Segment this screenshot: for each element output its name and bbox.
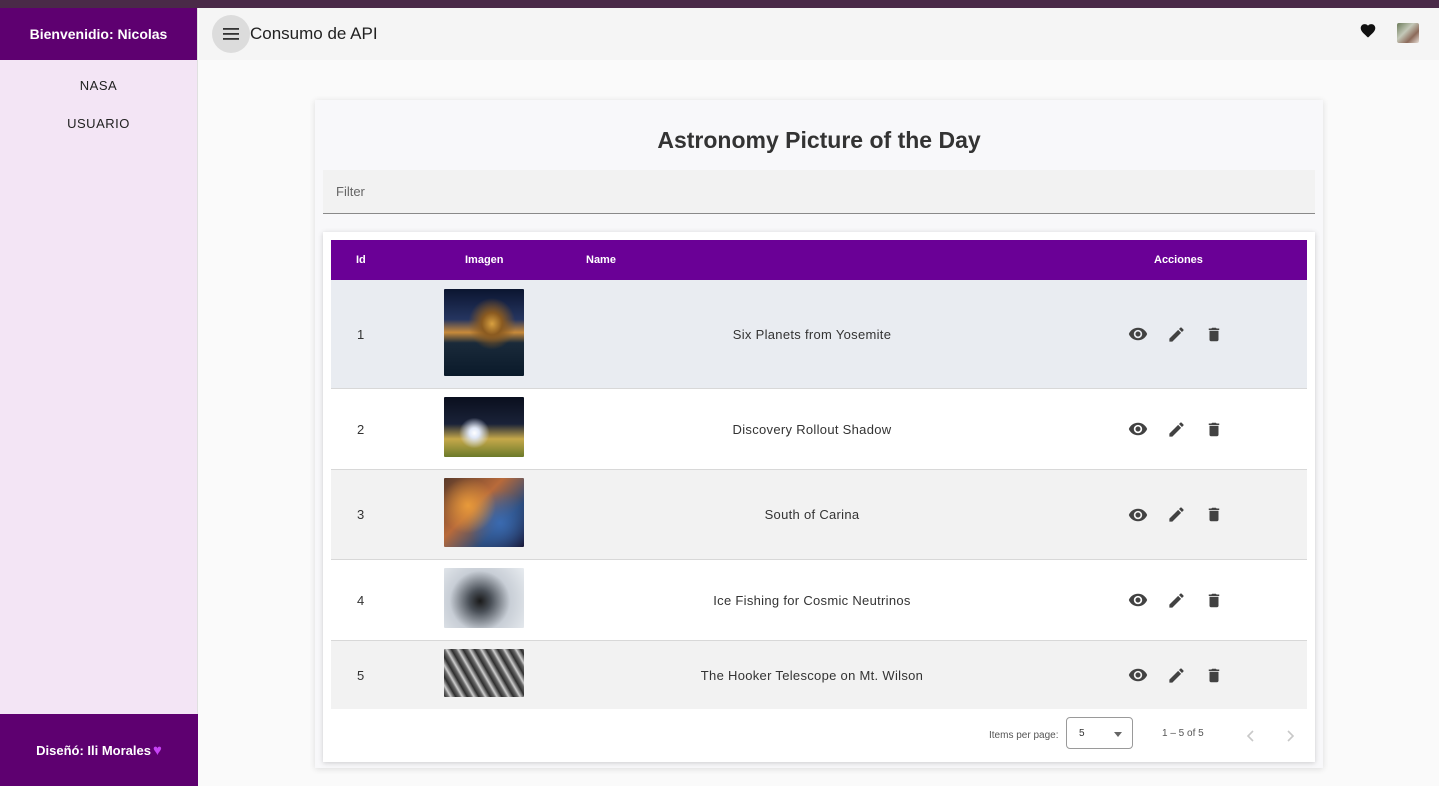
table-header: Id Imagen Name Acciones [331, 240, 1307, 280]
table-row: 3 South of Carina [331, 470, 1307, 560]
row-name: Ice Fishing for Cosmic Neutrinos [713, 592, 911, 608]
row-thumbnail[interactable] [444, 478, 524, 547]
table-row: 2 Discovery Rollout Shadow [331, 389, 1307, 470]
app-title: Consumo de API [250, 24, 378, 43]
row-id: 3 [357, 507, 365, 522]
edit-button[interactable] [1166, 590, 1186, 610]
edit-button[interactable] [1166, 505, 1186, 525]
next-page-button[interactable] [1277, 723, 1303, 749]
paginator: Items per page: 5 1 – 5 of 5 [323, 710, 1315, 762]
delete-button[interactable] [1204, 505, 1224, 525]
menu-button[interactable] [212, 15, 250, 53]
eye-icon [1128, 668, 1148, 682]
filter-field [323, 170, 1315, 214]
sidebar: Bienvenidio: Nicolas NASA USUARIO Diseñó… [0, 8, 198, 786]
edit-button[interactable] [1166, 665, 1186, 685]
row-name: Discovery Rollout Shadow [732, 421, 892, 437]
column-header-actions: Acciones [1154, 254, 1203, 266]
table-row: 4 Ice Fishing for Cosmic Neutrinos [331, 560, 1307, 641]
row-name: The Hooker Telescope on Mt. Wilson [700, 667, 924, 683]
edit-button[interactable] [1166, 419, 1186, 439]
chevron-right-icon [1287, 730, 1295, 742]
pencil-icon [1168, 667, 1184, 683]
eye-icon [1128, 508, 1148, 521]
purple-heart-icon: ♥ [152, 741, 162, 759]
table-row: 5 The Hooker Telescope on Mt. Wilson [331, 641, 1307, 709]
view-button[interactable] [1128, 505, 1148, 525]
chevron-left-icon [1246, 730, 1254, 742]
row-name: South of Carina [764, 507, 860, 522]
row-thumbnail[interactable] [444, 568, 524, 628]
window-top-strip [0, 0, 1439, 8]
page-title: Astronomy Picture of the Day [657, 127, 981, 153]
trash-icon [1208, 593, 1220, 607]
trash-icon [1208, 668, 1220, 682]
delete-button[interactable] [1204, 665, 1224, 685]
avatar[interactable] [1397, 22, 1419, 43]
pencil-icon [1168, 592, 1184, 608]
filter-input[interactable] [323, 170, 1315, 213]
designer-credit: Diseñó: Ili Morales ♥ [0, 714, 198, 786]
designer-credit-text: Diseñó: Ili Morales [36, 742, 151, 758]
view-button[interactable] [1128, 590, 1148, 610]
trash-icon [1208, 327, 1220, 341]
items-per-page-value: 5 [1079, 728, 1085, 739]
row-actions [1128, 470, 1242, 559]
view-button[interactable] [1128, 665, 1148, 685]
eye-icon [1128, 327, 1148, 341]
items-per-page-select[interactable]: 5 [1066, 717, 1133, 749]
column-header-name[interactable]: Name [586, 240, 616, 280]
row-id: 1 [357, 326, 365, 342]
pencil-icon [1168, 421, 1184, 437]
apod-card: Astronomy Picture of the Day Id Imagen N… [315, 100, 1323, 768]
row-actions [1128, 560, 1242, 640]
delete-button[interactable] [1204, 324, 1224, 344]
trash-icon [1208, 507, 1220, 522]
pencil-icon [1168, 507, 1184, 522]
items-per-page-label: Items per page: [989, 730, 1059, 741]
dropdown-arrow-icon [1114, 732, 1122, 737]
favorites-button[interactable] [1359, 22, 1377, 43]
delete-button[interactable] [1204, 419, 1224, 439]
row-actions [1128, 280, 1242, 388]
toolbar-actions [1359, 22, 1419, 43]
sidebar-nav: NASA USUARIO [0, 60, 197, 142]
row-id: 4 [357, 592, 365, 608]
heart-icon [1360, 24, 1376, 38]
delete-button[interactable] [1204, 590, 1224, 610]
trash-icon [1208, 422, 1220, 436]
view-button[interactable] [1128, 324, 1148, 344]
menu-icon [223, 28, 239, 40]
page-range-label: 1 – 5 of 5 [1162, 728, 1204, 739]
eye-icon [1128, 593, 1148, 607]
apod-table: Id Imagen Name Acciones 1 Six Planets fr… [323, 232, 1315, 762]
edit-button[interactable] [1166, 324, 1186, 344]
previous-page-button[interactable] [1238, 723, 1264, 749]
row-actions [1128, 641, 1242, 709]
sidebar-item-nasa[interactable]: NASA [0, 66, 197, 104]
pencil-icon [1168, 326, 1184, 342]
sidebar-item-usuario[interactable]: USUARIO [0, 104, 197, 142]
column-header-image[interactable]: Imagen [465, 240, 504, 280]
row-thumbnail[interactable] [444, 649, 524, 697]
column-header-id[interactable]: Id [356, 240, 366, 280]
welcome-header: Bienvenidio: Nicolas [0, 8, 197, 60]
row-thumbnail[interactable] [444, 289, 524, 376]
row-id: 5 [357, 667, 365, 683]
row-actions [1128, 389, 1242, 469]
top-toolbar: Consumo de API [199, 8, 1439, 60]
table-row: 1 Six Planets from Yosemite [331, 280, 1307, 389]
row-name: Six Planets from Yosemite [732, 326, 892, 342]
view-button[interactable] [1128, 419, 1148, 439]
row-id: 2 [357, 421, 365, 437]
eye-icon [1128, 422, 1148, 436]
row-thumbnail[interactable] [444, 397, 524, 457]
